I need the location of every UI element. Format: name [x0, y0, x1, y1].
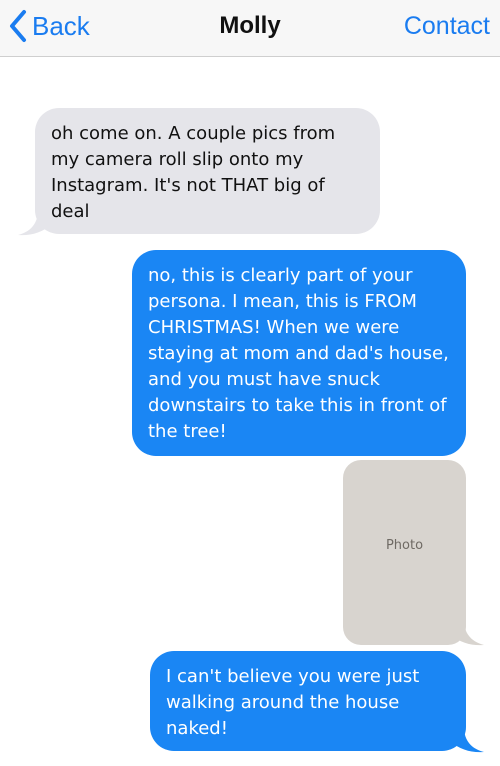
message-text: I can't believe you were just walking ar…: [166, 666, 420, 739]
message-text: oh come on. A couple pics from my camera…: [51, 123, 336, 222]
message-text: no, this is clearly part of your persona…: [148, 265, 449, 442]
nav-bar: Back Molly Contact: [0, 0, 500, 57]
sent-message-bubble: no, this is clearly part of your persona…: [132, 250, 466, 456]
message-thread: oh come on. A couple pics from my camera…: [0, 57, 500, 766]
bubble-tail: [18, 210, 52, 236]
photo-placeholder-label: Photo: [385, 538, 424, 553]
bubble-tail: [450, 620, 484, 646]
sent-message-bubble: I can't believe you were just walking ar…: [150, 651, 466, 751]
received-message-bubble: oh come on. A couple pics from my camera…: [35, 108, 380, 234]
contact-button[interactable]: Contact: [404, 12, 490, 41]
bubble-tail: [450, 727, 484, 753]
photo-attachment[interactable]: Photo: [343, 460, 466, 645]
